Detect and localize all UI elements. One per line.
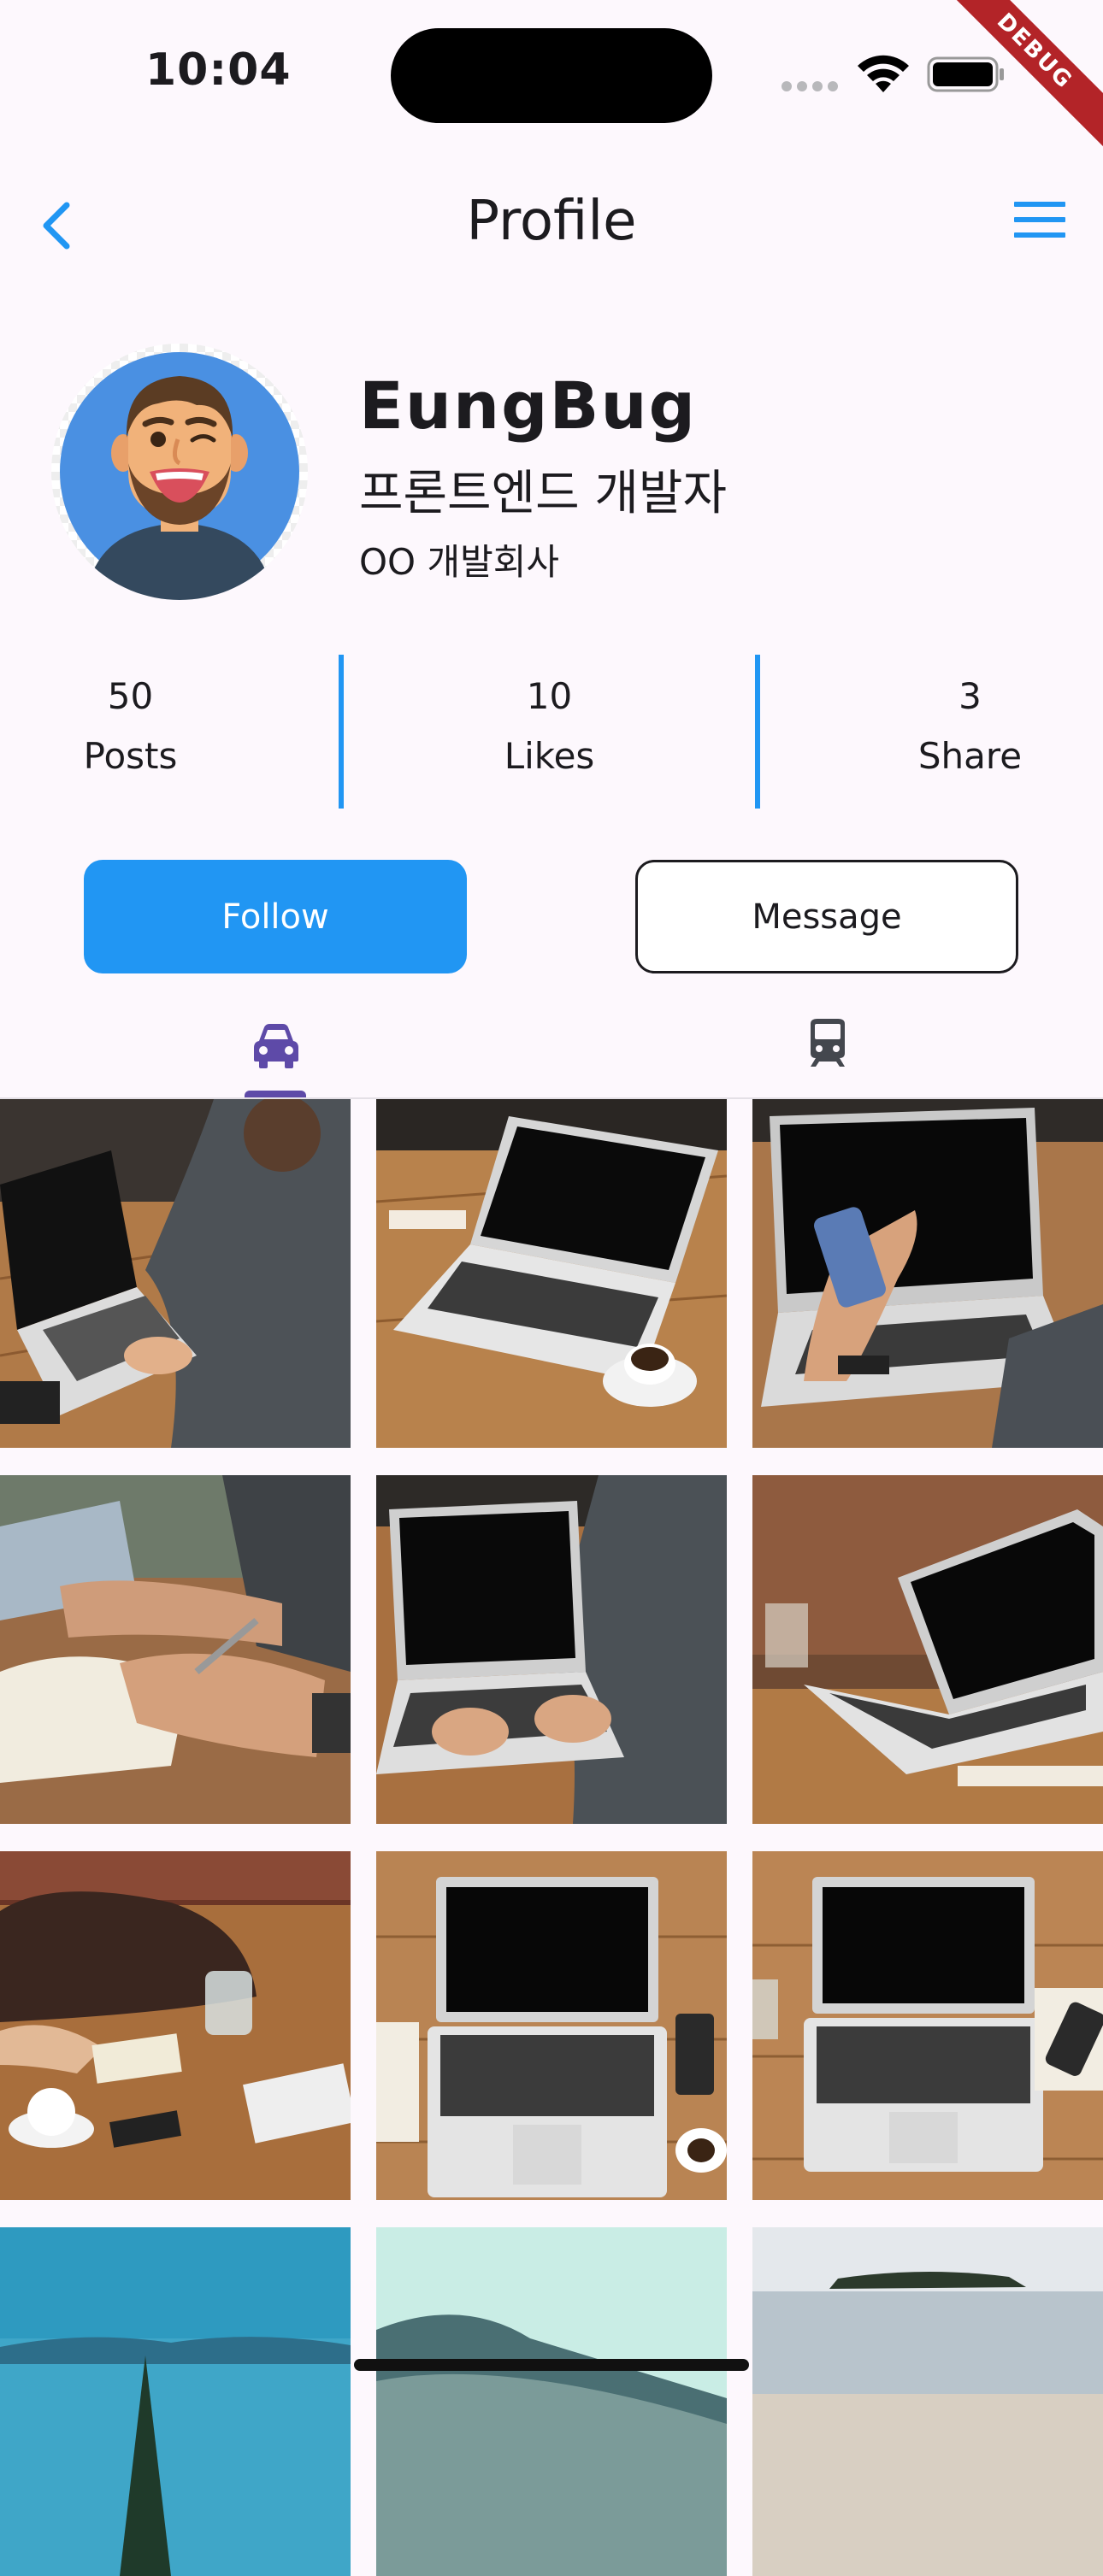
profile-job: 프론트엔드 개발자 [359,466,727,521]
stat-share-label: Share [917,735,1023,777]
stat-share: 3 Share [874,675,1066,777]
stat-divider [755,655,760,809]
photo-tile[interactable] [376,1099,727,1448]
follow-button[interactable]: Follow [84,860,467,973]
photo-tile[interactable] [752,2227,1103,2576]
photo-phone-laptop [752,1099,1103,1448]
photo-tile[interactable] [0,2227,351,2576]
stat-share-value: 3 [958,675,982,717]
photo-laptop-glass [752,1475,1103,1824]
photo-hands-writing [0,1475,351,1824]
train-icon [810,1019,845,1067]
photo-tile[interactable] [376,2227,727,2576]
stat-divider [339,655,344,809]
photo-tile[interactable] [0,1851,351,2200]
photo-beach [752,2227,1103,2576]
stat-likes: 10 Likes [453,675,646,777]
stat-posts-label: Posts [83,735,178,777]
page-title: Profile [466,190,637,253]
tab-car[interactable] [0,998,552,1097]
profile-name: EungBug [359,368,697,444]
status-time: 10:04 [145,44,292,96]
avatar-illustration [60,352,299,600]
photo-tile[interactable] [0,1099,351,1448]
car-icon [253,1024,298,1068]
photo-laptop-typing [0,1099,351,1448]
cellular-signal-icon [782,79,843,95]
photo-sea-trees [0,2227,351,2576]
stat-likes-value: 10 [526,675,573,717]
battery-icon [927,56,1004,92]
photo-tile[interactable] [376,1851,727,2200]
photo-tile[interactable] [752,1851,1103,2200]
photo-tile[interactable] [752,1099,1103,1448]
menu-icon [1014,202,1065,238]
menu-button[interactable] [1014,202,1065,244]
photo-tile[interactable] [376,1475,727,1824]
stat-likes-label: Likes [504,735,595,777]
photo-tile[interactable] [0,1475,351,1824]
message-button[interactable]: Message [635,860,1018,973]
avatar [51,344,308,600]
home-indicator [354,2359,749,2371]
photo-laptop-topdown [376,1851,727,2200]
photo-laptop-phone-topdown [752,1851,1103,2200]
dynamic-island [391,28,712,123]
photo-sea-hills [376,2227,727,2576]
stat-posts-value: 50 [107,675,154,717]
stat-posts: 50 Posts [34,675,227,777]
photo-laptop-typing-2 [376,1475,727,1824]
tab-train[interactable] [552,998,1103,1097]
photo-tile[interactable] [752,1475,1103,1824]
wifi-icon [858,55,909,92]
photo-laptop-coffee [376,1099,727,1448]
photo-meeting-table [0,1851,351,2200]
profile-company: OO 개발회사 [359,541,560,583]
